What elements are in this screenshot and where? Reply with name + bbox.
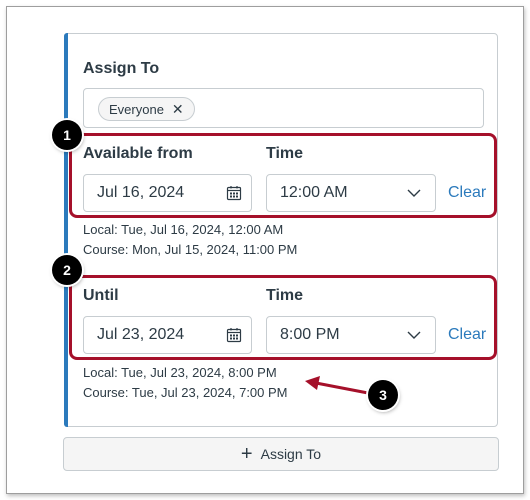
add-assign-to-label: Assign To xyxy=(260,446,322,462)
card-accent-bar xyxy=(64,33,68,427)
available-time-select[interactable]: 12:00 AM xyxy=(266,174,436,212)
available-clear-button[interactable]: Clear xyxy=(448,184,486,202)
chevron-down-icon xyxy=(407,189,421,197)
until-time-select[interactable]: 8:00 PM xyxy=(266,316,436,354)
remove-pill-icon[interactable]: ✕ xyxy=(172,101,184,118)
add-assign-to-button[interactable]: + Assign To xyxy=(63,437,499,471)
chevron-down-icon xyxy=(407,331,421,339)
assign-to-input[interactable]: Everyone ✕ xyxy=(83,88,484,128)
available-course-note: Course: Mon, Jul 15, 2024, 11:00 PM xyxy=(83,242,298,257)
callout-badge-2: 2 xyxy=(52,255,82,285)
pill-label: Everyone xyxy=(109,101,164,117)
available-time-value: 12:00 AM xyxy=(280,184,348,201)
until-date-value: Jul 23, 2024 xyxy=(97,326,185,343)
available-from-date-input[interactable]: Jul 16, 2024 xyxy=(83,174,252,212)
calendar-icon[interactable] xyxy=(226,327,242,343)
until-time-value: 8:00 PM xyxy=(280,326,340,343)
calendar-icon[interactable] xyxy=(226,185,242,201)
available-local-note: Local: Tue, Jul 16, 2024, 12:00 AM xyxy=(83,222,284,237)
until-time-label: Time xyxy=(266,287,304,304)
until-local-note: Local: Tue, Jul 23, 2024, 8:00 PM xyxy=(83,365,277,380)
available-date-value: Jul 16, 2024 xyxy=(97,184,185,201)
until-course-note: Course: Tue, Jul 23, 2024, 7:00 PM xyxy=(83,385,288,400)
everyone-pill: Everyone ✕ xyxy=(98,97,195,121)
callout-badge-1: 1 xyxy=(52,120,82,150)
until-label: Until xyxy=(83,287,119,304)
until-clear-button[interactable]: Clear xyxy=(448,326,486,344)
available-time-label: Time xyxy=(266,145,304,162)
callout-badge-3: 3 xyxy=(368,380,398,410)
until-date-input[interactable]: Jul 23, 2024 xyxy=(83,316,252,354)
available-from-label: Available from xyxy=(83,145,193,162)
assign-to-label: Assign To xyxy=(83,60,160,77)
plus-icon: + xyxy=(240,443,253,465)
